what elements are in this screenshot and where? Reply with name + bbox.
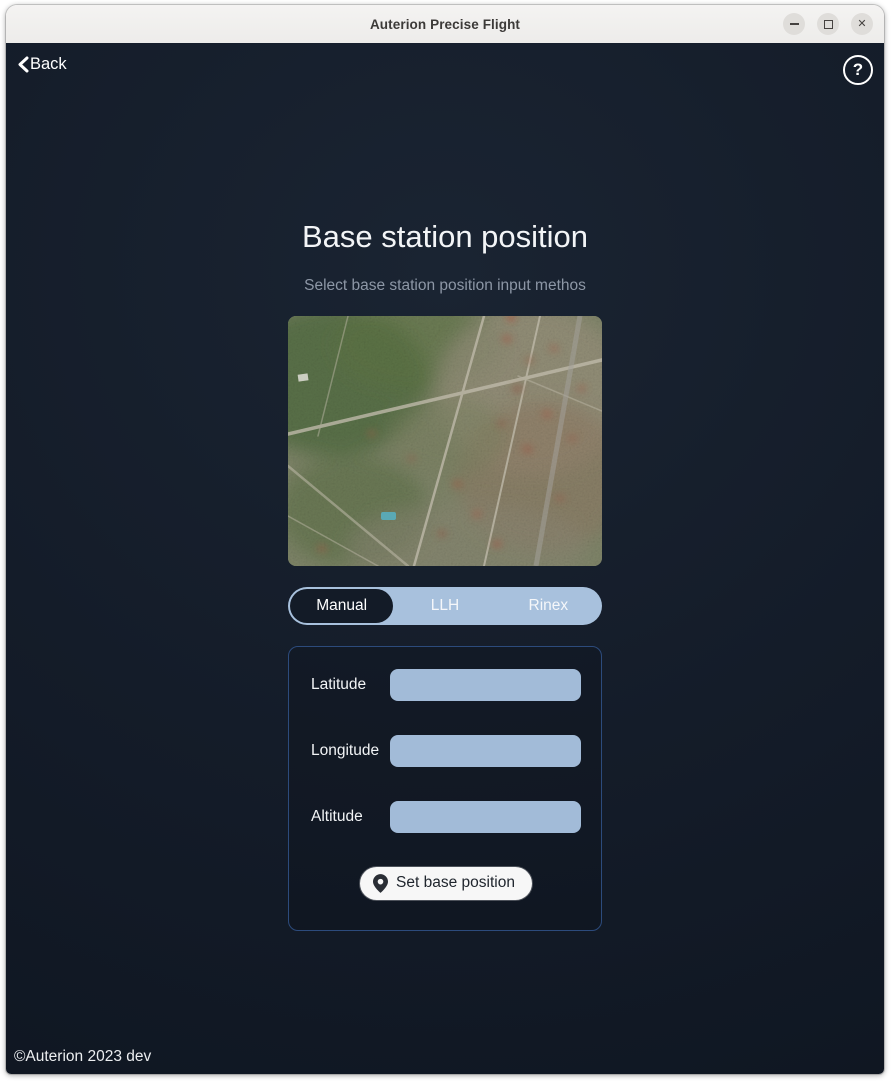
latitude-input[interactable] bbox=[390, 669, 581, 701]
latitude-row: Latitude bbox=[311, 669, 581, 701]
satellite-map-image bbox=[288, 316, 602, 566]
help-button[interactable]: ? bbox=[843, 55, 873, 85]
tab-manual[interactable]: Manual bbox=[290, 589, 393, 623]
tab-rinex[interactable]: Rinex bbox=[497, 589, 600, 623]
altitude-row: Altitude bbox=[311, 801, 581, 833]
longitude-input[interactable] bbox=[390, 735, 581, 767]
latitude-label: Latitude bbox=[311, 676, 366, 694]
titlebar: Auterion Precise Flight ✕ bbox=[6, 5, 884, 43]
back-label: Back bbox=[30, 55, 67, 74]
main-content: Back ? Base station position Select base… bbox=[6, 43, 884, 1074]
longitude-label: Longitude bbox=[311, 742, 379, 760]
position-input-method-tabs: Manual LLH Rinex bbox=[288, 587, 602, 625]
altitude-label: Altitude bbox=[311, 808, 363, 826]
minimize-button[interactable] bbox=[783, 13, 805, 35]
page-title: Base station position bbox=[302, 221, 588, 252]
help-icon: ? bbox=[853, 60, 863, 80]
copyright-text: ©Auterion 2023 dev bbox=[14, 1048, 151, 1066]
back-button[interactable]: Back bbox=[18, 55, 67, 74]
submit-row: Set base position bbox=[311, 867, 581, 900]
manual-position-panel: Latitude Longitude Altitude Set base pos… bbox=[288, 646, 602, 931]
longitude-row: Longitude bbox=[311, 735, 581, 767]
maximize-button[interactable] bbox=[817, 13, 839, 35]
set-base-position-button[interactable]: Set base position bbox=[360, 867, 532, 900]
page-subtitle: Select base station position input metho… bbox=[304, 278, 586, 294]
app-window: Auterion Precise Flight ✕ Back ? Base st… bbox=[6, 5, 884, 1074]
tab-llh[interactable]: LLH bbox=[393, 589, 496, 623]
close-icon: ✕ bbox=[857, 19, 866, 30]
altitude-input[interactable] bbox=[390, 801, 581, 833]
set-base-position-label: Set base position bbox=[396, 874, 515, 892]
close-button[interactable]: ✕ bbox=[851, 13, 873, 35]
maximize-icon bbox=[824, 20, 833, 29]
minimize-icon bbox=[790, 23, 799, 25]
window-title: Auterion Precise Flight bbox=[370, 17, 520, 32]
back-chevron-icon bbox=[18, 56, 29, 73]
location-pin-icon bbox=[373, 874, 388, 893]
top-navigation: Back ? bbox=[6, 43, 884, 85]
window-controls: ✕ bbox=[783, 13, 873, 35]
satellite-map-svg bbox=[288, 316, 602, 566]
